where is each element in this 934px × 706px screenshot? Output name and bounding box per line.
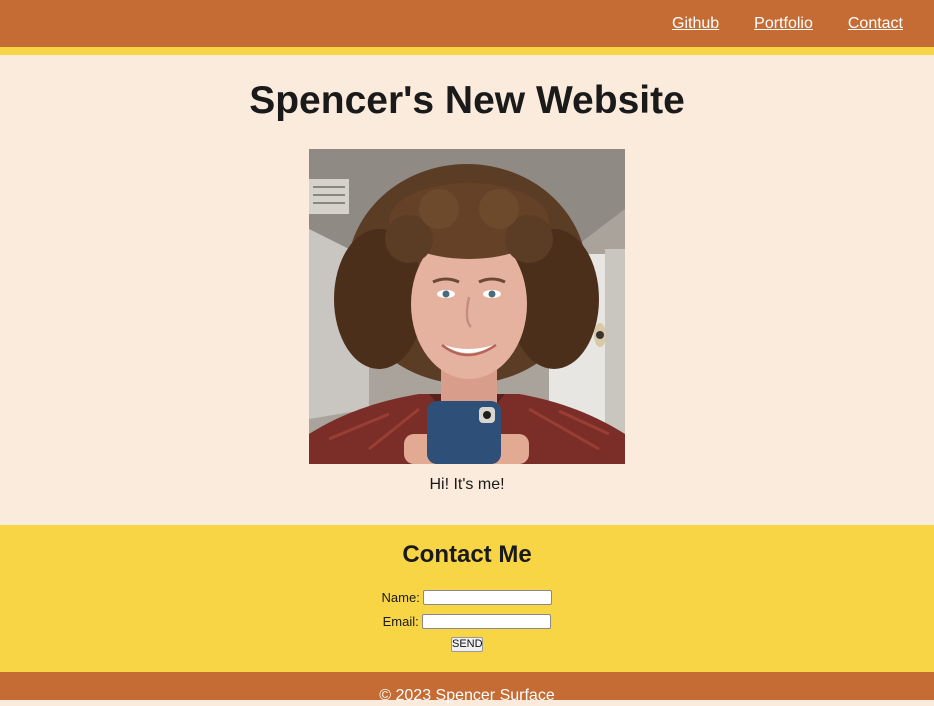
footer-copyright: © 2023 Spencer Surface [379,687,555,704]
name-input[interactable] [423,590,553,606]
nav-link-contact[interactable]: Contact [848,14,903,34]
name-row: Name: [0,588,934,606]
send-button[interactable]: SEND [451,637,483,652]
header-accent-stripe [0,47,934,55]
email-row: Email: [0,612,934,630]
nav-link-portfolio[interactable]: Portfolio [754,14,813,34]
top-nav: Github Portfolio Contact [637,14,903,34]
contact-title: Contact Me [402,541,532,568]
top-nav-bar: Github Portfolio Contact [0,0,934,47]
profile-photo [309,149,625,464]
email-input[interactable] [422,614,552,630]
name-label: Name: [381,590,420,606]
nav-link-github[interactable]: Github [672,14,719,34]
photo-caption: Hi! It's me! [429,476,505,493]
email-label: Email: [382,614,419,630]
page-title: Spencer's New Website [249,79,685,122]
